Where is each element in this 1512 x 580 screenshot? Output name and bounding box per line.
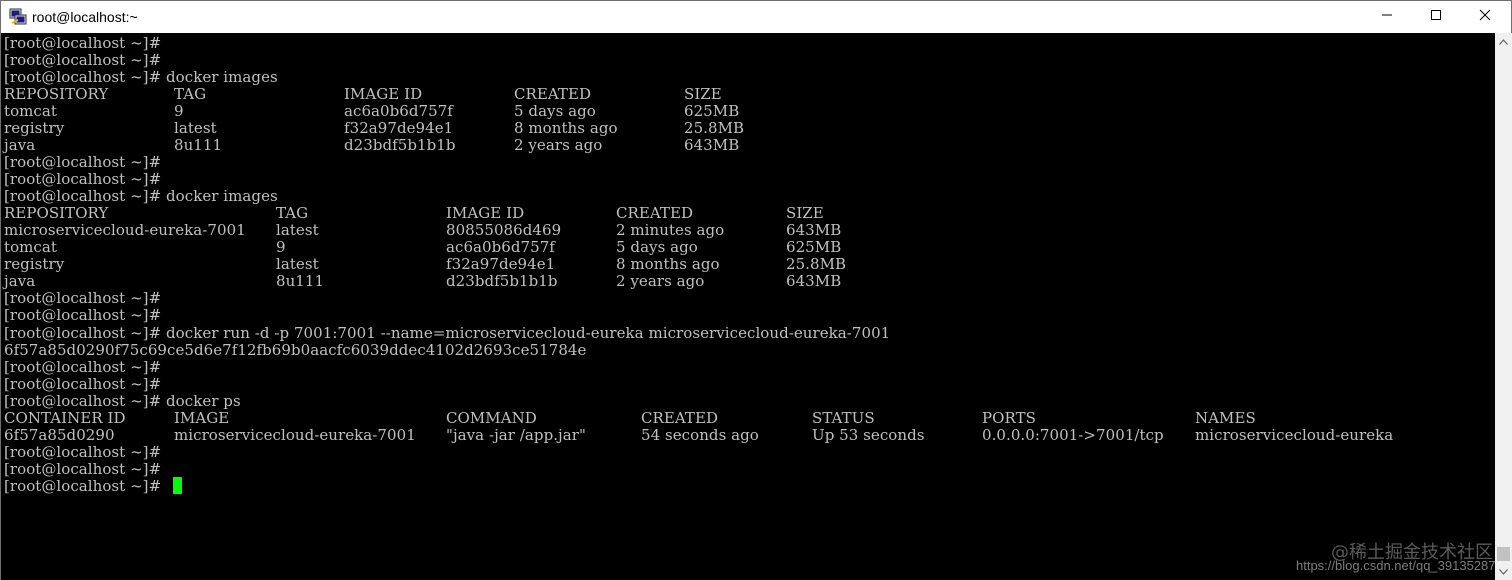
terminal-text: [root@localhost ~]# [4, 442, 162, 461]
terminal-cell: 625MB [684, 102, 740, 121]
terminal-cell: registry [4, 119, 65, 138]
terminal-cell: 5 days ago [514, 102, 596, 121]
terminal-cell: 0.0.0.0:7001->7001/tcp [982, 425, 1164, 444]
terminal-cell: f32a97de94e1 [344, 119, 454, 138]
terminal-text: [root@localhost ~]# [4, 476, 162, 495]
window-title: root@localhost:~ [32, 9, 138, 25]
terminal-text: [root@localhost ~]# [4, 306, 162, 325]
scrollbar-thumb[interactable] [1497, 547, 1510, 561]
terminal-cell: d23bdf5b1b1b [446, 272, 558, 291]
scroll-up-arrow-icon[interactable] [1495, 33, 1512, 50]
terminal-cell: 80855086d469 [446, 221, 562, 240]
terminal-cell: IMAGE ID [344, 85, 423, 104]
putty-icon[interactable] [9, 8, 27, 26]
terminal-cell: 5 days ago [616, 238, 698, 257]
terminal-text: [root@localhost ~]# [4, 51, 162, 70]
terminal-cell: 643MB [786, 272, 842, 291]
terminal-cell: IMAGE [174, 408, 230, 427]
terminal-cell: CREATED [616, 204, 694, 223]
terminal-cell: latest [174, 119, 217, 138]
terminal-cell: java [4, 136, 36, 155]
terminal-cell: 8 months ago [616, 255, 720, 274]
terminal-cell: java [4, 272, 36, 291]
terminal-cell: latest [276, 221, 319, 240]
terminal-text: [root@localhost ~]# [4, 374, 162, 393]
terminal-cell: SIZE [786, 204, 824, 223]
terminal-cell: 2 years ago [514, 136, 603, 155]
terminal-text: [root@localhost ~]# docker images [4, 187, 278, 206]
terminal-text: [root@localhost ~]# docker run -d -p 700… [4, 323, 891, 342]
terminal-cell: microservicecloud-eureka-7001 [174, 425, 416, 444]
terminal-cell: registry [4, 255, 65, 274]
scroll-down-arrow-icon[interactable] [1495, 563, 1512, 580]
terminal-cell: ac6a0b6d757f [446, 238, 555, 257]
terminal-cell: 6f57a85d0290 [4, 425, 115, 444]
terminal-text: [root@localhost ~]# [4, 34, 162, 52]
terminal-cell: PORTS [982, 408, 1036, 427]
terminal-cell: 25.8MB [684, 119, 745, 138]
terminal-cell: IMAGE ID [446, 204, 525, 223]
terminal-cursor [173, 477, 182, 494]
terminal-cell: 625MB [786, 238, 842, 257]
minimize-icon [1381, 8, 1393, 26]
terminal-cell: microservicecloud-eureka [1195, 425, 1394, 444]
terminal-cell: latest [276, 255, 319, 274]
terminal-cell: ac6a0b6d757f [344, 102, 453, 121]
terminal-cell: tomcat [4, 102, 57, 121]
terminal-cell: microservicecloud-eureka-7001 [4, 221, 246, 240]
close-button[interactable] [1462, 1, 1508, 33]
terminal-cell: SIZE [684, 85, 722, 104]
terminal-cell: 9 [174, 102, 184, 121]
terminal-cell: 2 years ago [616, 272, 705, 291]
terminal-text: [root@localhost ~]# [4, 459, 162, 478]
terminal-cell: REPOSITORY [4, 204, 109, 223]
terminal-cell: Up 53 seconds [812, 425, 925, 444]
terminal-cell: STATUS [812, 408, 875, 427]
terminal-text: [root@localhost ~]# docker images [4, 68, 278, 87]
terminal-window: root@localhost:~ [root@localhost ~]# [roo… [0, 0, 1512, 580]
watermark-url: https://blog.csdn.net/qq_39135287 [1296, 558, 1496, 573]
terminal-cell: 8u111 [174, 136, 223, 155]
terminal-cell: 54 seconds ago [641, 425, 759, 444]
terminal-text: 6f57a85d0290f75c69ce5d6e7f12fb69b0aacfc6… [4, 340, 587, 359]
terminal-text: [root@localhost ~]# [4, 357, 162, 376]
terminal-cell: "java -jar /app.jar" [446, 425, 586, 444]
title-bar[interactable]: root@localhost:~ [1, 1, 1511, 33]
terminal-text: [root@localhost ~]# [4, 170, 162, 189]
terminal-cell: NAMES [1195, 408, 1256, 427]
terminal-cell: 8 months ago [514, 119, 618, 138]
terminal-cell: 8u111 [276, 272, 325, 291]
maximize-icon [1430, 8, 1442, 26]
terminal-cell: TAG [276, 204, 309, 223]
maximize-button[interactable] [1413, 1, 1459, 33]
vertical-scrollbar[interactable] [1495, 33, 1512, 580]
terminal-cell: 9 [276, 238, 286, 257]
terminal-cell: 643MB [786, 221, 842, 240]
terminal-cell: 643MB [684, 136, 740, 155]
terminal-cell: d23bdf5b1b1b [344, 136, 456, 155]
terminal-text: [root@localhost ~]# [4, 153, 162, 172]
terminal-cell: REPOSITORY [4, 85, 109, 104]
terminal-cell: TAG [174, 85, 207, 104]
terminal-cell: CREATED [514, 85, 592, 104]
terminal-cell: 25.8MB [786, 255, 847, 274]
terminal-text: [root@localhost ~]# [4, 289, 162, 308]
terminal-cell: CREATED [641, 408, 719, 427]
minimize-button[interactable] [1364, 1, 1410, 33]
terminal-cell: COMMAND [446, 408, 537, 427]
close-icon [1479, 8, 1491, 26]
terminal-cell: f32a97de94e1 [446, 255, 556, 274]
terminal-output[interactable]: [root@localhost ~]# [root@localhost ~]# [r… [1, 33, 1495, 580]
terminal-cell: tomcat [4, 238, 57, 257]
terminal-text: [root@localhost ~]# docker ps [4, 391, 241, 410]
terminal-cell: CONTAINER ID [4, 408, 126, 427]
terminal-cell: 2 minutes ago [616, 221, 725, 240]
